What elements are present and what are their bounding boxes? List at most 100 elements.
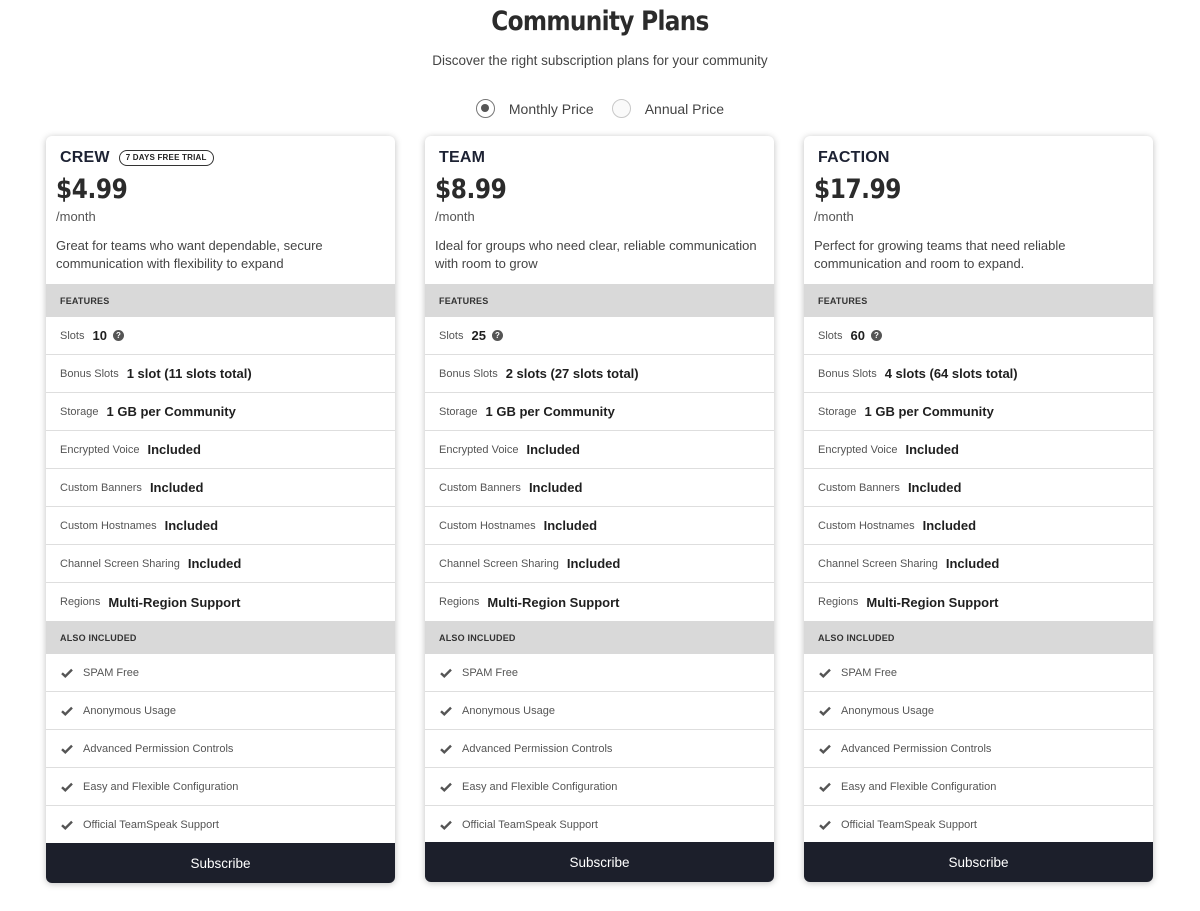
plan-period: /month [56, 209, 96, 224]
feature-row-custom-hostnames: Custom Hostnames Included [804, 507, 1153, 545]
feature-row-regions: Regions Multi-Region Support [46, 583, 395, 621]
feature-row-channel-screen-sharing: Channel Screen Sharing Included [425, 545, 774, 583]
check-icon [61, 744, 73, 754]
check-icon [61, 820, 73, 830]
also-included-list: SPAM Free Anonymous Usage Advanced Permi… [804, 654, 1153, 844]
check-icon [440, 782, 452, 792]
feature-row-slots: Slots 25 ? [425, 317, 774, 355]
feature-label: Channel Screen Sharing [60, 557, 180, 570]
also-included-list: SPAM Free Anonymous Usage Advanced Permi… [425, 654, 774, 844]
annual-price-option[interactable]: Annual Price [611, 99, 724, 118]
feature-value: Included [147, 442, 201, 457]
feature-value: 1 GB per Community [106, 404, 236, 419]
feature-value: Multi-Region Support [108, 594, 241, 610]
feature-label: Storage [818, 405, 857, 418]
feature-value: Included [528, 480, 583, 495]
feature-row-custom-hostnames: Custom Hostnames Included [46, 507, 395, 545]
annual-price-radio[interactable] [611, 99, 631, 118]
monthly-price-option[interactable]: Monthly Price [475, 99, 594, 118]
also-included-heading: ALSO INCLUDED [804, 621, 1153, 654]
feature-label: Bonus Slots [439, 367, 498, 380]
also-included-label: Anonymous Usage [841, 704, 934, 717]
also-included-item: Advanced Permission Controls [804, 730, 1153, 768]
check-icon [819, 744, 831, 754]
subscribe-button-crew[interactable]: Subscribe [46, 843, 395, 883]
also-included-label: Easy and Flexible Configuration [841, 780, 997, 793]
monthly-price-label: Monthly Price [508, 100, 594, 117]
plan-name: CREW [60, 148, 110, 166]
feature-value: 10 [92, 328, 107, 343]
feature-value: Multi-Region Support [866, 594, 999, 610]
feature-value: 25 [471, 328, 486, 343]
feature-label: Encrypted Voice [439, 443, 519, 456]
feature-value: Included [945, 556, 1000, 571]
subscribe-button-faction[interactable]: Subscribe [804, 842, 1153, 882]
check-icon [819, 706, 831, 716]
check-icon [440, 820, 452, 830]
feature-row-custom-banners: Custom Banners Included [46, 469, 395, 507]
also-included-item: SPAM Free [46, 654, 395, 692]
monthly-price-radio[interactable] [475, 99, 495, 118]
also-included-heading: ALSO INCLUDED [425, 621, 774, 654]
feature-row-custom-hostnames: Custom Hostnames Included [425, 507, 774, 545]
check-icon [819, 820, 831, 830]
check-icon [440, 706, 452, 716]
feature-label: Channel Screen Sharing [439, 557, 559, 570]
feature-value: Included [907, 480, 962, 495]
also-included-label: Advanced Permission Controls [83, 742, 234, 755]
also-included-item: Easy and Flexible Configuration [46, 768, 395, 806]
question-circle-icon[interactable]: ? [870, 330, 882, 341]
feature-row-bonus-slots: Bonus Slots 1 slot (11 slots total) [46, 355, 395, 393]
feature-value: Included [566, 556, 621, 571]
billing-toggle: Monthly Price Annual Price [0, 99, 1200, 118]
also-included-label: Easy and Flexible Configuration [462, 780, 618, 793]
features-list: Slots 25 ? Bonus Slots 2 slots (27 slots… [425, 317, 774, 621]
subscribe-button-team[interactable]: Subscribe [425, 842, 774, 882]
feature-label: Custom Banners [439, 481, 521, 494]
feature-row-slots: Slots 60 ? [804, 317, 1153, 355]
page-title: Community Plans [491, 6, 709, 37]
feature-label: Encrypted Voice [818, 443, 898, 456]
also-included-label: SPAM Free [841, 666, 898, 679]
plan-description: Great for teams who want dependable, sec… [56, 238, 323, 271]
feature-row-regions: Regions Multi-Region Support [425, 583, 774, 621]
features-heading: FEATURES [46, 284, 395, 317]
page-subtitle: Discover the right subscription plans fo… [432, 53, 768, 68]
feature-label: Bonus Slots [818, 367, 877, 380]
also-included-item: Easy and Flexible Configuration [425, 768, 774, 806]
feature-value: Included [187, 556, 242, 571]
feature-row-bonus-slots: Bonus Slots 4 slots (64 slots total) [804, 355, 1153, 393]
feature-value: 1 GB per Community [864, 404, 994, 419]
also-included-label: Official TeamSpeak Support [462, 819, 598, 831]
also-included-label: SPAM Free [462, 666, 519, 679]
check-icon [819, 782, 831, 792]
feature-label: Storage [60, 405, 99, 418]
feature-label: Channel Screen Sharing [818, 557, 938, 570]
feature-value: Included [922, 518, 977, 533]
also-included-item: Anonymous Usage [46, 692, 395, 730]
question-circle-icon[interactable]: ? [491, 330, 503, 341]
also-included-label: SPAM Free [83, 666, 140, 679]
also-included-label: Advanced Permission Controls [462, 742, 613, 755]
also-included-label: Anonymous Usage [462, 704, 555, 717]
also-included-item: Advanced Permission Controls [46, 730, 395, 768]
question-circle-icon[interactable]: ? [112, 330, 124, 341]
plan-name: TEAM [439, 148, 486, 166]
feature-value: 1 slot (11 slots total) [126, 366, 252, 381]
feature-label: Regions [439, 596, 480, 608]
also-included-label: Official TeamSpeak Support [841, 819, 977, 831]
feature-value: Included [543, 518, 598, 533]
feature-label: Slots [439, 329, 464, 342]
check-icon [61, 782, 73, 792]
check-icon [440, 744, 452, 754]
plan-name: FACTION [818, 148, 890, 166]
plan-price: $8.99 [435, 174, 507, 205]
features-heading: FEATURES [425, 284, 774, 317]
plan-price: $17.99 [814, 174, 902, 205]
also-included-label: Official TeamSpeak Support [83, 819, 219, 831]
also-included-label: Advanced Permission Controls [841, 742, 992, 755]
feature-row-storage: Storage 1 GB per Community [46, 393, 395, 431]
also-included-list: SPAM Free Anonymous Usage Advanced Permi… [46, 654, 395, 844]
also-included-item: SPAM Free [425, 654, 774, 692]
feature-value: Included [905, 442, 959, 457]
